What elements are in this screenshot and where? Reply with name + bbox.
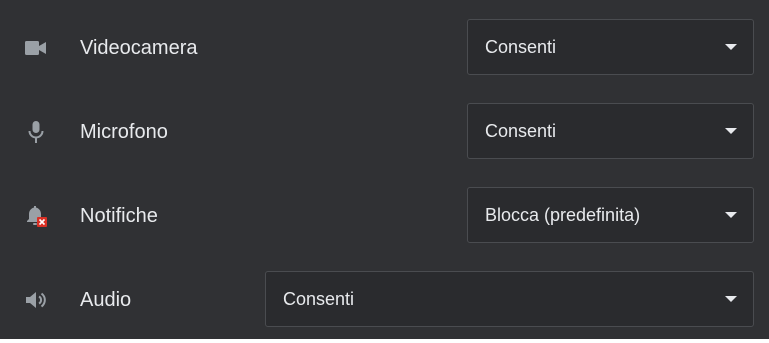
camera-permission-select[interactable]: Consenti <box>467 19 754 75</box>
notifications-blocked-icon <box>24 204 48 228</box>
audio-permission-select[interactable]: Consenti <box>265 271 754 327</box>
site-permissions-panel: Videocamera Consenti Microfono Consenti <box>0 0 769 339</box>
permission-row-notifications: Notifiche Blocca (predefinita) <box>0 186 769 246</box>
microphone-permission-value: Consenti <box>485 121 557 141</box>
notifications-permission-value: Blocca (predefinita) <box>485 205 641 225</box>
chevron-down-icon <box>725 296 737 302</box>
videocam-icon <box>24 36 48 60</box>
microphone-icon <box>24 120 48 144</box>
permission-row-audio: Audio Consenti <box>0 270 769 330</box>
permission-row-camera: Videocamera Consenti <box>0 18 769 78</box>
permission-label-camera: Videocamera <box>80 37 198 59</box>
audio-permission-value: Consenti <box>283 289 355 309</box>
permission-label-microphone: Microfono <box>80 121 168 143</box>
permission-label-audio: Audio <box>80 289 132 311</box>
notifications-permission-select[interactable]: Blocca (predefinita) <box>467 187 754 243</box>
permission-row-microphone: Microfono Consenti <box>0 102 769 162</box>
volume-icon <box>24 288 48 312</box>
microphone-permission-select[interactable]: Consenti <box>467 103 754 159</box>
chevron-down-icon <box>725 44 737 50</box>
camera-permission-value: Consenti <box>485 37 557 57</box>
permission-label-notifications: Notifiche <box>80 205 158 227</box>
chevron-down-icon <box>725 128 737 134</box>
chevron-down-icon <box>725 212 737 218</box>
